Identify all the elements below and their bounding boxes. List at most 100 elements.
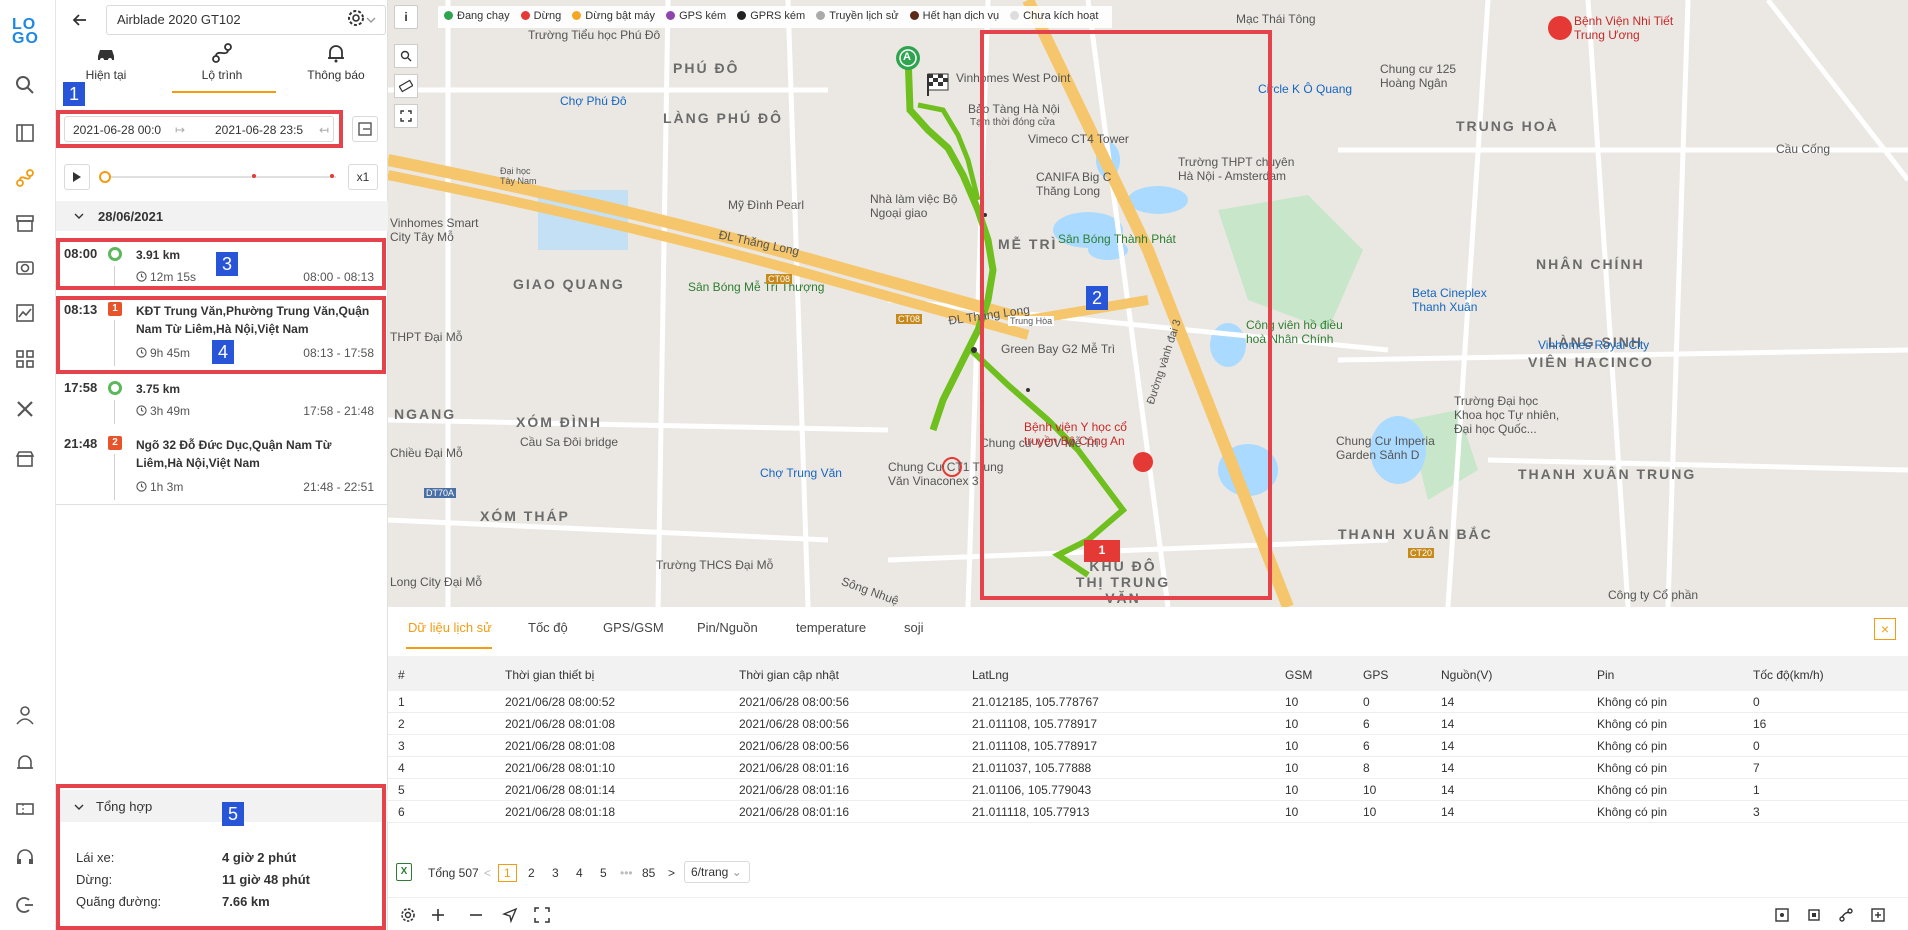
tab-history[interactable]: Dữ liệu lịch sử xyxy=(408,620,492,635)
page-5[interactable]: 5 xyxy=(600,866,607,880)
tab-current[interactable]: Hiện tại xyxy=(56,42,156,82)
table-cell: 10 xyxy=(1285,695,1299,709)
zoom-out-icon[interactable] xyxy=(466,905,486,925)
user-icon[interactable] xyxy=(14,704,36,726)
map-label: Trường THCS Đại Mỗ xyxy=(656,558,774,572)
table-row[interactable]: 6 2021/06/28 08:01:18 2021/06/28 08:01:16 2… xyxy=(388,801,1908,823)
route-icon[interactable] xyxy=(14,167,36,189)
more-pages[interactable]: ••• xyxy=(620,866,633,880)
table-cell: 6 xyxy=(1363,739,1370,753)
locate-icon[interactable] xyxy=(500,905,520,925)
settings-icon[interactable] xyxy=(398,905,418,925)
map-label: Vinhomes Smart City Tây Mỗ xyxy=(390,216,479,244)
map-view[interactable]: i Đang chạy Dừng Dừng bật máy GPS kém GP… xyxy=(388,0,1908,607)
column-header: Thời gian thiết bị xyxy=(505,668,595,682)
table-row[interactable]: 1 2021/06/28 08:00:52 2021/06/28 08:00:56 2… xyxy=(388,691,1908,713)
tools-icon[interactable] xyxy=(14,398,36,420)
page-2[interactable]: 2 xyxy=(528,866,535,880)
slider-handle[interactable] xyxy=(99,171,111,183)
legend-idle: Dừng bật máy xyxy=(572,10,655,22)
table-cell: 2021/06/28 08:01:08 xyxy=(505,739,616,753)
table-row[interactable]: 3 2021/06/28 08:01:08 2021/06/28 08:00:56 2… xyxy=(388,735,1908,757)
map-label: THPT Đại Mỗ xyxy=(390,330,463,344)
stop-marker xyxy=(252,174,256,178)
legend-running: Đang chạy xyxy=(444,10,510,22)
map-label: XÓM ĐÌNH xyxy=(516,414,602,430)
export-icon[interactable] xyxy=(352,116,378,142)
excel-export-icon[interactable]: X xyxy=(396,863,412,881)
annotation-box xyxy=(980,30,1272,600)
apps-icon[interactable] xyxy=(14,348,36,370)
info-button[interactable]: i xyxy=(394,5,418,29)
data-panel: Dữ liệu lịch sử Tốc độ GPS/GSM Pin/Nguồn… xyxy=(388,607,1908,897)
playback-slider[interactable] xyxy=(99,171,336,183)
timeline-line xyxy=(114,400,115,424)
alarm-icon[interactable] xyxy=(14,752,36,774)
back-arrow-icon[interactable] xyxy=(68,8,92,32)
stop-marker xyxy=(330,174,334,178)
page-4[interactable]: 4 xyxy=(576,866,583,880)
map-search-icon[interactable] xyxy=(394,44,418,68)
running-marker xyxy=(108,381,122,395)
table-cell: 2021/06/28 08:00:56 xyxy=(739,695,850,709)
annotation-number: 2 xyxy=(1086,286,1108,310)
route-toggle-icon[interactable] xyxy=(1836,905,1856,925)
tab-notifications[interactable]: Thông báo xyxy=(286,42,386,82)
map-fit-icon[interactable] xyxy=(1772,905,1792,925)
page-last[interactable]: 85 xyxy=(642,866,655,880)
tab-temperature[interactable]: temperature xyxy=(796,620,866,635)
map-label: Circle K Ô Quang xyxy=(1258,82,1353,96)
gear-icon[interactable] xyxy=(346,8,368,30)
map-label: Long City Đại Mỗ xyxy=(390,575,483,589)
search-icon[interactable] xyxy=(14,74,36,96)
route-icon xyxy=(212,43,232,63)
tab-battery[interactable]: Pin/Nguồn xyxy=(697,620,758,635)
headset-icon[interactable] xyxy=(14,846,36,868)
clock-icon xyxy=(136,481,147,492)
start-marker[interactable]: A xyxy=(903,51,911,63)
table-cell: Không có pin xyxy=(1597,739,1668,753)
logout-icon[interactable] xyxy=(14,894,36,916)
annotation-number: 5 xyxy=(222,802,244,826)
road-badge: CT20 xyxy=(1408,548,1435,558)
zoom-in-icon[interactable] xyxy=(428,905,448,925)
ruler-icon[interactable] xyxy=(394,74,418,98)
table-row[interactable]: 5 2021/06/28 08:01:14 2021/06/28 08:01:16 2… xyxy=(388,779,1908,801)
page-size-select[interactable]: 6/trang ⌄ xyxy=(684,861,750,883)
tab-speed[interactable]: Tốc độ xyxy=(528,620,568,635)
trip-duration: 1h 3m xyxy=(136,480,183,494)
next-page-icon[interactable]: > xyxy=(668,866,675,880)
table-row[interactable]: 4 2021/06/28 08:01:10 2021/06/28 08:01:16 2… xyxy=(388,757,1908,779)
column-header: GSM xyxy=(1285,668,1313,682)
add-marker-icon[interactable] xyxy=(1868,905,1888,925)
fullscreen-icon[interactable] xyxy=(394,104,418,128)
table-row[interactable]: 2 2021/06/28 08:01:08 2021/06/28 08:00:56 2… xyxy=(388,713,1908,735)
device-select[interactable]: Airblade 2020 GT102 xyxy=(106,5,386,35)
ticket-icon[interactable] xyxy=(14,798,36,820)
trip-item[interactable]: 17:58 3.75 km 3h 49m 17:58 - 21:48 xyxy=(56,380,388,424)
crop-icon[interactable] xyxy=(1804,905,1824,925)
table-cell: 2021/06/28 08:00:52 xyxy=(505,695,616,709)
map-label: PHÚ ĐÔ xyxy=(673,60,740,76)
tab-route[interactable]: Lộ trình xyxy=(172,42,272,82)
play-button[interactable] xyxy=(64,164,90,190)
map-label: Beta Cineplex Thanh Xuân xyxy=(1412,286,1487,314)
tab-gps-gsm[interactable]: GPS/GSM xyxy=(603,620,664,635)
expand-icon[interactable] xyxy=(532,905,552,925)
speed-button[interactable]: x1 xyxy=(348,164,378,190)
chart-icon[interactable] xyxy=(14,302,36,324)
archive-icon[interactable] xyxy=(14,212,36,234)
trip-item[interactable]: 21:48 2 Ngõ 32 Đỗ Đức Dục,Quận Nam Từ Li… xyxy=(56,436,388,500)
store-icon[interactable] xyxy=(14,448,36,470)
map-label: Chung cư 125 Hoàng Ngân xyxy=(1380,62,1457,90)
day-header[interactable]: 28/06/2021 xyxy=(56,201,388,231)
camera-icon[interactable] xyxy=(14,256,36,278)
tab-soji[interactable]: soji xyxy=(904,620,924,635)
layout-icon[interactable] xyxy=(14,122,36,144)
prev-page-icon[interactable]: < xyxy=(484,866,491,880)
page-1[interactable]: 1 xyxy=(498,864,517,882)
map-label: Trường Đại học Khoa học Tự nhiên, Đại họ… xyxy=(1454,394,1560,436)
close-icon[interactable]: × xyxy=(1874,618,1896,640)
column-header: LatLng xyxy=(972,668,1009,682)
page-3[interactable]: 3 xyxy=(552,866,559,880)
